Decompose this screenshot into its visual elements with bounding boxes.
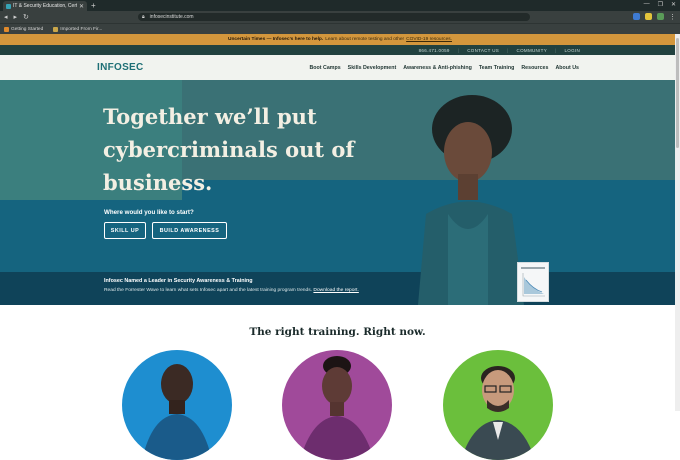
leader-text: Read the Forrester Wave to learn what se… xyxy=(104,288,359,293)
report-thumbnail[interactable] xyxy=(517,262,549,302)
report-chart-icon xyxy=(521,267,545,297)
bookmarks-bar: Getting Started Imported From Fir... xyxy=(0,23,680,34)
tab-title: IT & Security Education, Certifi... xyxy=(13,3,77,9)
training-circle-green[interactable] xyxy=(443,350,553,460)
skill-up-button[interactable]: SKILL UP xyxy=(104,222,146,239)
firefox-icon xyxy=(4,26,9,32)
extension-icon[interactable] xyxy=(633,13,640,20)
address-bar[interactable]: 🔒︎ infosecinstitute.com xyxy=(138,13,530,21)
leader-description: Read the Forrester Wave to learn what se… xyxy=(104,288,313,293)
bookmark-imported[interactable]: Imported From Fir... xyxy=(53,26,103,32)
main-nav: INFOSEC Boot Camps Skills Development Aw… xyxy=(0,55,680,80)
nav-about-us[interactable]: About Us xyxy=(555,65,579,71)
reload-icon[interactable]: ↻ xyxy=(23,13,29,21)
alert-text: Learn about remote testing and other xyxy=(325,37,405,42)
hero-headline: Together we’ll put cybercriminals out of… xyxy=(103,104,355,195)
minimize-icon[interactable]: — xyxy=(644,1,650,8)
infosec-logo[interactable]: INFOSEC xyxy=(97,62,144,73)
browser-toolbar: ◂ ▸ ↻ 🔒︎ infosecinstitute.com ⋮ xyxy=(0,11,680,23)
download-report-link[interactable]: Download the report. xyxy=(313,288,358,293)
training-circle-blue[interactable] xyxy=(122,350,232,460)
person-portrait-image xyxy=(461,366,535,460)
extension-icon[interactable] xyxy=(645,13,652,20)
build-awareness-button[interactable]: BUILD AWARENESS xyxy=(152,222,227,239)
divider: | xyxy=(555,47,557,53)
nav-boot-camps[interactable]: Boot Camps xyxy=(309,65,340,71)
alert-link[interactable]: COVID-19 resources. xyxy=(406,37,452,42)
forward-icon[interactable]: ▸ xyxy=(14,13,18,21)
hero-question: Where would you like to start? xyxy=(104,209,194,216)
section-title: The right training. Right now. xyxy=(249,326,426,338)
bookmark-getting-started[interactable]: Getting Started xyxy=(4,26,44,32)
scrollbar-thumb[interactable] xyxy=(676,38,679,148)
menu-icon[interactable]: ⋮ xyxy=(669,13,676,21)
bookmark-label: Imported From Fir... xyxy=(60,26,103,32)
login-link[interactable]: LOGIN xyxy=(564,48,580,53)
phone-link[interactable]: 866.471.0059 xyxy=(419,48,450,53)
nav-team-training[interactable]: Team Training xyxy=(479,65,515,71)
divider: | xyxy=(457,47,460,53)
nav-links: Boot Camps Skills Development Awareness … xyxy=(309,65,579,71)
browser-tabbar: IT & Security Education, Certifi... ✕ + … xyxy=(0,0,680,11)
lock-icon: 🔒︎ xyxy=(142,14,145,20)
back-icon[interactable]: ◂ xyxy=(4,13,8,21)
alert-bold: Uncertain Times — Infosec’s here to help… xyxy=(228,37,324,42)
bookmark-label: Getting Started xyxy=(11,26,44,32)
extension-icon[interactable] xyxy=(657,13,664,20)
new-tab-icon[interactable]: + xyxy=(91,1,96,10)
maximize-icon[interactable]: ❐ xyxy=(658,1,663,8)
hero-person-image xyxy=(418,95,524,305)
window-controls: — ❐ ✕ xyxy=(644,1,676,8)
toolbar-icons: ⋮ xyxy=(633,13,676,21)
community-link[interactable]: COMMUNITY xyxy=(517,48,547,53)
hero-section: Together we’ll put cybercriminals out of… xyxy=(0,80,680,305)
person-portrait-image xyxy=(300,356,374,460)
url-text: infosecinstitute.com xyxy=(149,14,194,20)
person-portrait-image xyxy=(142,364,212,460)
folder-icon xyxy=(53,26,59,32)
window-close-icon[interactable]: ✕ xyxy=(671,1,676,8)
browser-tab[interactable]: IT & Security Education, Certifi... ✕ xyxy=(3,1,87,11)
divider: | xyxy=(507,47,509,53)
contact-link[interactable]: CONTACT US xyxy=(467,48,499,53)
favicon-icon xyxy=(6,3,11,9)
nav-skills-development[interactable]: Skills Development xyxy=(348,65,397,71)
nav-resources[interactable]: Resources xyxy=(521,65,548,71)
leader-title: Infosec Named a Leader in Security Aware… xyxy=(104,278,253,284)
nav-awareness[interactable]: Awareness & Anti-phishing xyxy=(403,65,472,71)
close-tab-icon[interactable]: ✕ xyxy=(79,3,84,10)
training-circle-purple[interactable] xyxy=(282,350,392,460)
alert-banner: Uncertain Times — Infosec’s here to help… xyxy=(0,34,680,45)
utility-nav: 866.471.0059 | CONTACT US | COMMUNITY | … xyxy=(0,45,680,55)
